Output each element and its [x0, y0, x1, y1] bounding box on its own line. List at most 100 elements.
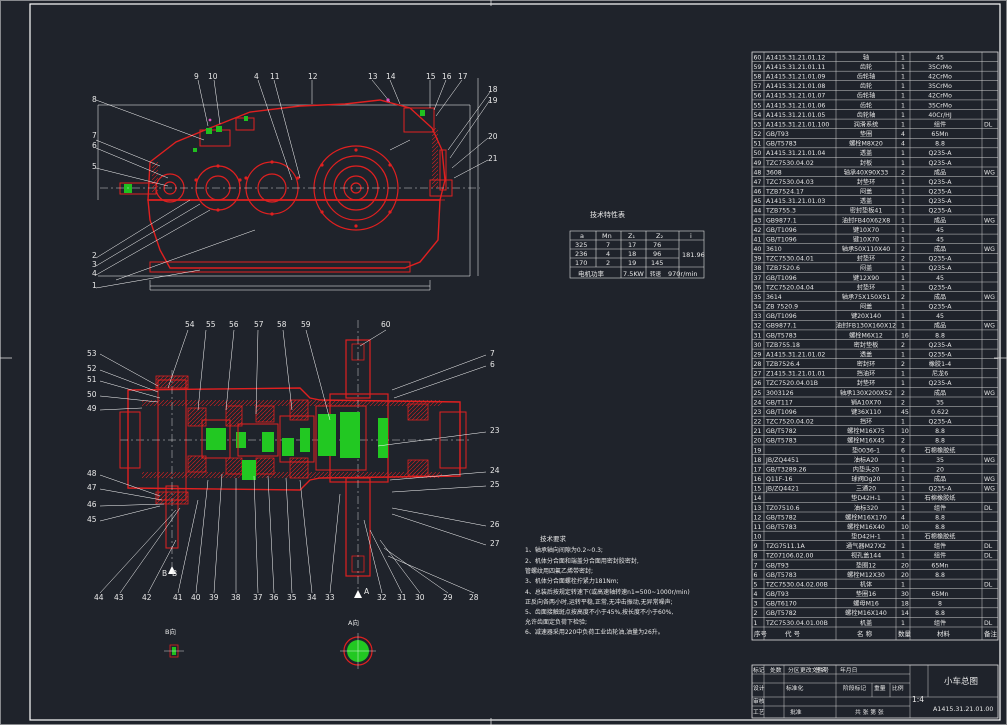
bom-row: 45 A1415.31.21.01.03 透盖 1 Q235-A [752, 195, 998, 205]
bom-cell-qty: 1 [901, 543, 905, 550]
bom-cell-qty: 1 [901, 217, 905, 224]
tb-zone: 分区 [788, 666, 800, 674]
bom-cell-no: 19 [754, 447, 762, 454]
leader-27: 27 [490, 539, 500, 548]
tb-standard: 标准化 [786, 684, 804, 692]
bom-cell-material: 8.8 [935, 524, 945, 531]
bom-row: 55 A1415.31.21.01.06 齿轮 1 35CrMo [752, 99, 998, 109]
bom-cell-no: 43 [754, 217, 762, 224]
leader-56: 56 [229, 320, 239, 329]
bom-row: 4 GB/T93 垫圈16 30 65Mn [752, 588, 998, 598]
bom-cell-code: GB9877.1 [766, 217, 797, 224]
bom-cell-code: GB/T6170 [766, 601, 797, 608]
bom-cell-qty: 6 [901, 447, 905, 454]
leader-13: 13 [368, 72, 378, 81]
bom-cell-material: Q235-A [928, 284, 952, 291]
bom-cell-no: 25 [754, 390, 762, 397]
bom-cell-qty: 1 [901, 284, 905, 291]
params-r2c3: 145 [651, 259, 663, 267]
bom-cell-qty: 1 [901, 93, 905, 100]
bom-cell-no: 44 [754, 208, 762, 215]
bom-cell-code: TZB755.3 [765, 208, 796, 215]
bom-row: 15 JB/ZQ4421 三通20 1 Q235-A WG [752, 483, 998, 493]
bom-cell-no: 33 [754, 313, 762, 320]
bom-cell-qty: 2 [901, 438, 905, 445]
bom-cell-qty: 18 [901, 601, 909, 608]
bom-cell-material: 8.8 [935, 514, 945, 521]
bom-cell-code: TZC7530.04.01.00B [765, 620, 828, 627]
bom-cell-qty: 1 [901, 534, 905, 541]
leader-41: 41 [173, 593, 183, 602]
leader-38: 38 [231, 593, 241, 602]
leader-30: 30 [415, 593, 425, 602]
bom-row: 3 GB/T6170 螺母M16 18 8 [752, 598, 998, 608]
bom-cell-code: GB9877.1 [766, 323, 797, 330]
bom-cell-code: GB/T1096 [766, 236, 797, 243]
leader-42: 42 [142, 593, 152, 602]
bom-cell-no: 31 [754, 332, 762, 339]
bom-cell-material: 45 [936, 275, 944, 282]
section-label-b-2: B [172, 569, 177, 578]
leader-18: 18 [488, 85, 498, 94]
params-r0c1: 7 [606, 241, 610, 249]
bom-cell-material: 组件 [934, 552, 946, 560]
bom-row: 38 TZB7520.6 闷盖 1 Q235-A [752, 262, 998, 272]
leader-12: 12 [308, 72, 318, 81]
bom-cell-qty: 1 [901, 54, 905, 61]
bom-cell-code: GB/T1096 [766, 409, 797, 416]
bom-cell-remark: DL [984, 553, 993, 560]
bom-cell-name: 螺栓M16X45 [847, 437, 885, 445]
bom-cell-name: 封垫环 [857, 255, 876, 263]
bom-cell-qty: 1 [901, 265, 905, 272]
tb-review: 审核 [753, 697, 765, 705]
bom-cell-name: 轴承130X200X52 [840, 389, 892, 397]
bom-row: 27 Z1415.31.21.01.01 挡油环 1 尼龙6 [752, 368, 998, 378]
bom-cell-name: 透盖 [860, 149, 872, 157]
bom-cell-code: GB/T3289.26 [766, 466, 807, 473]
bom-cell-no: 2 [754, 610, 758, 617]
bom-cell-name: 内垫头20 [853, 465, 879, 473]
bom-row: 34 ZB 7520.9 闷盖 1 Q235-A [752, 300, 998, 311]
bom-cell-no: 46 [754, 189, 762, 196]
bom-cell-material: 8.8 [935, 572, 945, 579]
bom-cell-qty: 20 [901, 562, 909, 569]
bom-cell-qty: 1 [901, 476, 905, 483]
bom-cell-code: TZC7530.04.01 [765, 256, 814, 263]
bom-cell-code: A1415.31.21.01.03 [766, 198, 825, 205]
bom-cell-code: TZB755.18 [765, 342, 800, 349]
bom-cell-name: 齿轮 [860, 101, 872, 109]
drawing-number: A1415.31.21.01.00 [933, 706, 993, 713]
bom-row: 7 GB/T93 垫圈12 20 65Mn [752, 559, 998, 569]
bom-cell-name: 齿轮轴 [857, 92, 876, 100]
bom-cell-material: 35CrMo [928, 83, 952, 90]
bom-cell-material: Q235-A [928, 256, 952, 263]
params-h-z2: Z₂ [656, 232, 663, 240]
bom-row: 19 垫0036-1 6 石棉橡胶纸 [752, 444, 998, 454]
bom-cell-name: 润滑系统 [854, 120, 879, 128]
bom-cell-no: 5 [754, 581, 758, 588]
bom-cell-code: A1415.31.21.01.02 [766, 351, 825, 358]
bom-cell-remark: DL [984, 121, 993, 128]
bom-cell-code: A1415.31.21.01.05 [766, 112, 825, 119]
bom-cell-name: 垫圈12 [856, 561, 876, 569]
bom-cell-name: 闷盖 [860, 264, 872, 272]
tb-mark: 标记 [753, 666, 765, 674]
bom-cell-qty: 1 [901, 236, 905, 243]
bom-cell-name: 键12X90 [853, 274, 879, 282]
tb-craft: 工艺 [753, 708, 765, 716]
bom-cell-code: GB/T1096 [766, 275, 797, 282]
bom-cell-remark: WG [984, 294, 995, 301]
bom-row: 54 A1415.31.21.01.05 齿轮轴 1 40Cr/HJ [752, 109, 998, 119]
bom-cell-code: TZG7511.1A [765, 543, 805, 550]
bom-cell-code: GB/T5783 [766, 572, 797, 579]
tech-note-8: 允许齿面定负荷下检验; [525, 618, 587, 626]
view-a-title: A向 [348, 618, 359, 627]
bom-cell-code: TZB7526.4 [765, 361, 800, 368]
params-r1c2: 18 [628, 250, 636, 258]
bom-cell-qty: 1 [901, 351, 905, 358]
bom-cell-no: 6 [754, 572, 758, 579]
leader-48: 48 [87, 469, 97, 478]
bom-row: 57 A1415.31.21.01.08 齿轮 1 35CrMo [752, 80, 998, 90]
tb-sign: 签名 [815, 666, 827, 674]
bom-cell-qty: 1 [901, 83, 905, 90]
